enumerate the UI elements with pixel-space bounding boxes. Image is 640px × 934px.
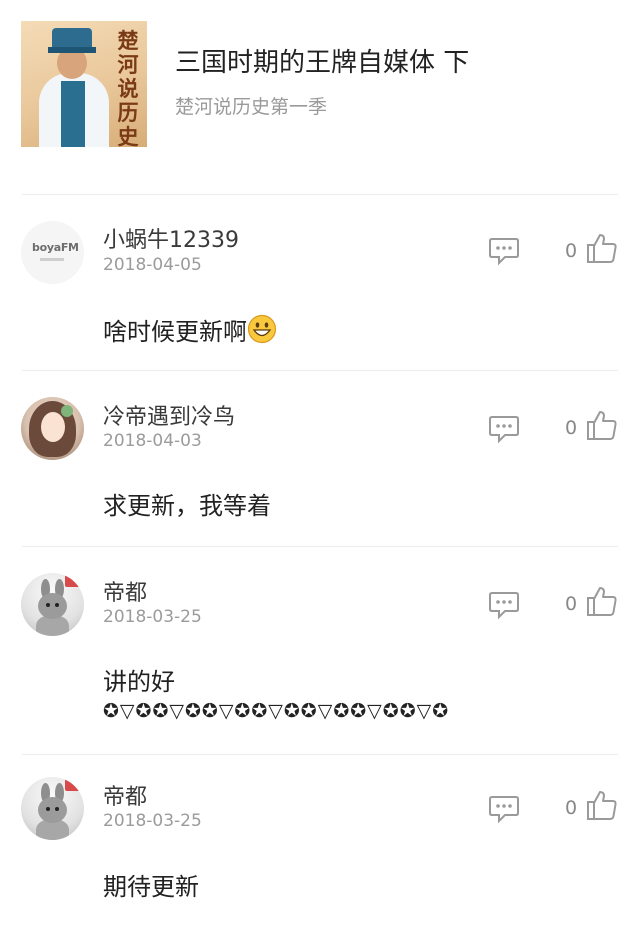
reply-button[interactable] — [487, 411, 521, 445]
avatar-accent — [65, 575, 83, 587]
cover-figure-sash — [61, 81, 85, 147]
album-cover[interactable]: 楚河说历史 — [21, 21, 147, 147]
avatar-face — [41, 412, 65, 442]
avatar-flower — [61, 405, 73, 417]
like-count: 0 — [565, 417, 578, 439]
avatar-brand-subtext — [40, 258, 64, 261]
comment-date: 2018-04-05 — [103, 255, 202, 275]
like-count: 0 — [565, 593, 578, 615]
thumbs-up-icon — [587, 791, 617, 820]
avatar-head — [38, 593, 67, 619]
thumbs-up-icon — [587, 587, 617, 616]
comment-text-line2: ✪▽✪✪▽✪✪▽✪✪▽✪✪▽✪✪▽✪✪▽✪ — [103, 700, 450, 722]
episode-title: 三国时期的王牌自媒体 下 — [175, 48, 470, 78]
reply-button[interactable] — [487, 791, 521, 825]
comment-text-content: 啥时候更新啊 — [103, 318, 247, 346]
avatar-accent — [65, 779, 83, 791]
comment-list: boyaFM 小蜗牛12339 2018-04-05 0 啥时候更新啊 冷帝遇到… — [0, 195, 640, 934]
comment-text: 期待更新 — [103, 873, 199, 901]
like-count: 0 — [565, 797, 578, 819]
comment-username[interactable]: 帝都 — [103, 575, 147, 607]
comment-username[interactable]: 帝都 — [103, 779, 147, 811]
comment-item: 帝都 2018-03-25 0 期待更新 — [0, 755, 640, 934]
like-button[interactable] — [585, 584, 619, 618]
user-avatar[interactable] — [21, 397, 84, 460]
comment-item: 帝都 2018-03-25 0 讲的好 ✪▽✪✪▽✪✪▽✪✪▽✪✪▽✪✪▽✪✪▽… — [0, 547, 640, 755]
album-name[interactable]: 楚河说历史第一季 — [175, 92, 327, 119]
comment-item: boyaFM 小蜗牛12339 2018-04-05 0 啥时候更新啊 — [0, 195, 640, 371]
user-avatar[interactable]: boyaFM — [21, 221, 84, 284]
comment-date: 2018-03-25 — [103, 607, 202, 627]
like-button[interactable] — [585, 408, 619, 442]
comment-date: 2018-03-25 — [103, 811, 202, 831]
like-button[interactable] — [585, 788, 619, 822]
comment-item: 冷帝遇到冷鸟 2018-04-03 0 求更新，我等着 — [0, 371, 640, 547]
reply-button[interactable] — [487, 587, 521, 621]
like-button[interactable] — [585, 231, 619, 265]
cover-figure-hat-brim — [48, 47, 96, 53]
comment-bubble-icon — [489, 416, 519, 444]
avatar-eye — [55, 807, 59, 811]
comment-text: 讲的好 — [103, 668, 175, 696]
thumbs-up-icon — [587, 411, 617, 440]
comment-bubble-icon — [489, 592, 519, 620]
podcast-header[interactable]: 楚河说历史 三国时期的王牌自媒体 下 楚河说历史第一季 — [0, 0, 640, 195]
avatar-head — [38, 797, 67, 823]
comment-username[interactable]: 冷帝遇到冷鸟 — [103, 399, 235, 431]
comment-text: 求更新，我等着 — [103, 492, 271, 520]
avatar-brand-text: boyaFM — [32, 241, 79, 254]
avatar-eye — [46, 807, 50, 811]
avatar-eye — [46, 603, 50, 607]
comment-text: 啥时候更新啊 — [103, 312, 277, 347]
user-avatar[interactable] — [21, 777, 84, 840]
comment-username[interactable]: 小蜗牛12339 — [103, 222, 239, 254]
comment-bubble-icon — [489, 796, 519, 824]
avatar-eye — [55, 603, 59, 607]
thumbs-up-icon — [587, 234, 617, 263]
comment-bubble-icon — [489, 238, 519, 266]
reply-button[interactable] — [487, 233, 521, 267]
comment-date: 2018-04-03 — [103, 431, 202, 451]
like-count: 0 — [565, 240, 578, 262]
grinning-face-emoji — [247, 314, 277, 344]
cover-title-text: 楚河说历史 — [117, 28, 139, 148]
user-avatar[interactable] — [21, 573, 84, 636]
